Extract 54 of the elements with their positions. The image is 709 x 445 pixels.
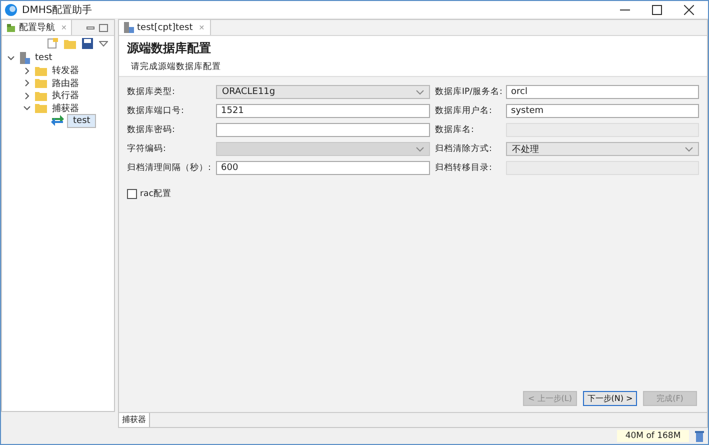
folder-icon bbox=[35, 78, 47, 88]
arrows-icon bbox=[51, 115, 64, 126]
folder-icon bbox=[35, 90, 47, 100]
tree-item[interactable]: 执行器 bbox=[50, 89, 81, 102]
field-label: 数据库名: bbox=[435, 124, 475, 136]
field-label: 数据库用户名: bbox=[435, 105, 493, 117]
maximize-view-icon[interactable] bbox=[99, 24, 108, 32]
close-icon[interactable] bbox=[684, 4, 694, 14]
app-logo-icon bbox=[5, 4, 17, 16]
save-icon[interactable] bbox=[82, 38, 93, 49]
expander-icon[interactable] bbox=[22, 79, 32, 87]
chevron-down-icon bbox=[416, 90, 424, 94]
field-label: 数据库密码: bbox=[127, 124, 176, 136]
tree-item[interactable]: 转发器 bbox=[50, 64, 81, 77]
memory-indicator: 40M of 168M bbox=[617, 430, 689, 442]
input-field[interactable]: system bbox=[506, 104, 699, 118]
maximize-icon[interactable] bbox=[652, 4, 662, 14]
input-field[interactable]: orcl bbox=[506, 85, 699, 99]
dropdown[interactable]: ORACLE11g bbox=[216, 85, 430, 99]
folder-icon bbox=[35, 103, 47, 113]
expander-icon[interactable] bbox=[22, 92, 32, 100]
page-subtitle: 请完成源端数据库配置 bbox=[130, 61, 222, 73]
view-menu-icon[interactable] bbox=[99, 40, 108, 46]
folder-icon bbox=[6, 22, 16, 32]
folder-icon bbox=[35, 66, 47, 76]
input-field[interactable]: 600 bbox=[216, 161, 430, 175]
expander-icon[interactable] bbox=[6, 54, 16, 62]
field-label: 字符编码: bbox=[127, 143, 167, 155]
trash-icon[interactable] bbox=[695, 430, 704, 442]
tree-item[interactable]: test bbox=[67, 114, 96, 128]
field-label: 数据库类型: bbox=[127, 86, 176, 98]
checkbox[interactable] bbox=[127, 189, 137, 199]
expander-icon[interactable] bbox=[22, 66, 32, 74]
minimize-view-icon[interactable] bbox=[86, 24, 95, 32]
checkbox-label: rac配置 bbox=[140, 188, 172, 200]
field-label: 归档清理间隔（秒）: bbox=[127, 162, 211, 174]
tree-item[interactable]: test bbox=[33, 53, 54, 63]
field-label: 数据库IP/服务名: bbox=[435, 86, 501, 98]
page-title: 源端数据库配置 bbox=[127, 40, 212, 57]
dropdown[interactable]: 不处理 bbox=[506, 142, 699, 156]
tree-item[interactable]: 路由器 bbox=[50, 76, 81, 90]
input-field[interactable]: 1521 bbox=[216, 104, 430, 118]
tree-item[interactable]: 捕获器 bbox=[50, 102, 81, 114]
page-tab[interactable]: 捕获器 bbox=[119, 413, 150, 427]
window-title: DMHS配置助手 bbox=[22, 4, 92, 16]
input-field[interactable] bbox=[216, 123, 430, 137]
expander-icon[interactable] bbox=[22, 104, 32, 112]
chevron-down-icon bbox=[416, 146, 424, 152]
field-label: 归档转移目录: bbox=[435, 162, 493, 174]
new-file-icon[interactable] bbox=[47, 38, 58, 49]
wizard-button[interactable]: 下一步(N) > bbox=[583, 391, 637, 406]
field-label: 数据库端口号: bbox=[127, 105, 185, 117]
chevron-down-icon bbox=[685, 146, 693, 152]
field-label: 归档清除方式: bbox=[435, 143, 493, 155]
